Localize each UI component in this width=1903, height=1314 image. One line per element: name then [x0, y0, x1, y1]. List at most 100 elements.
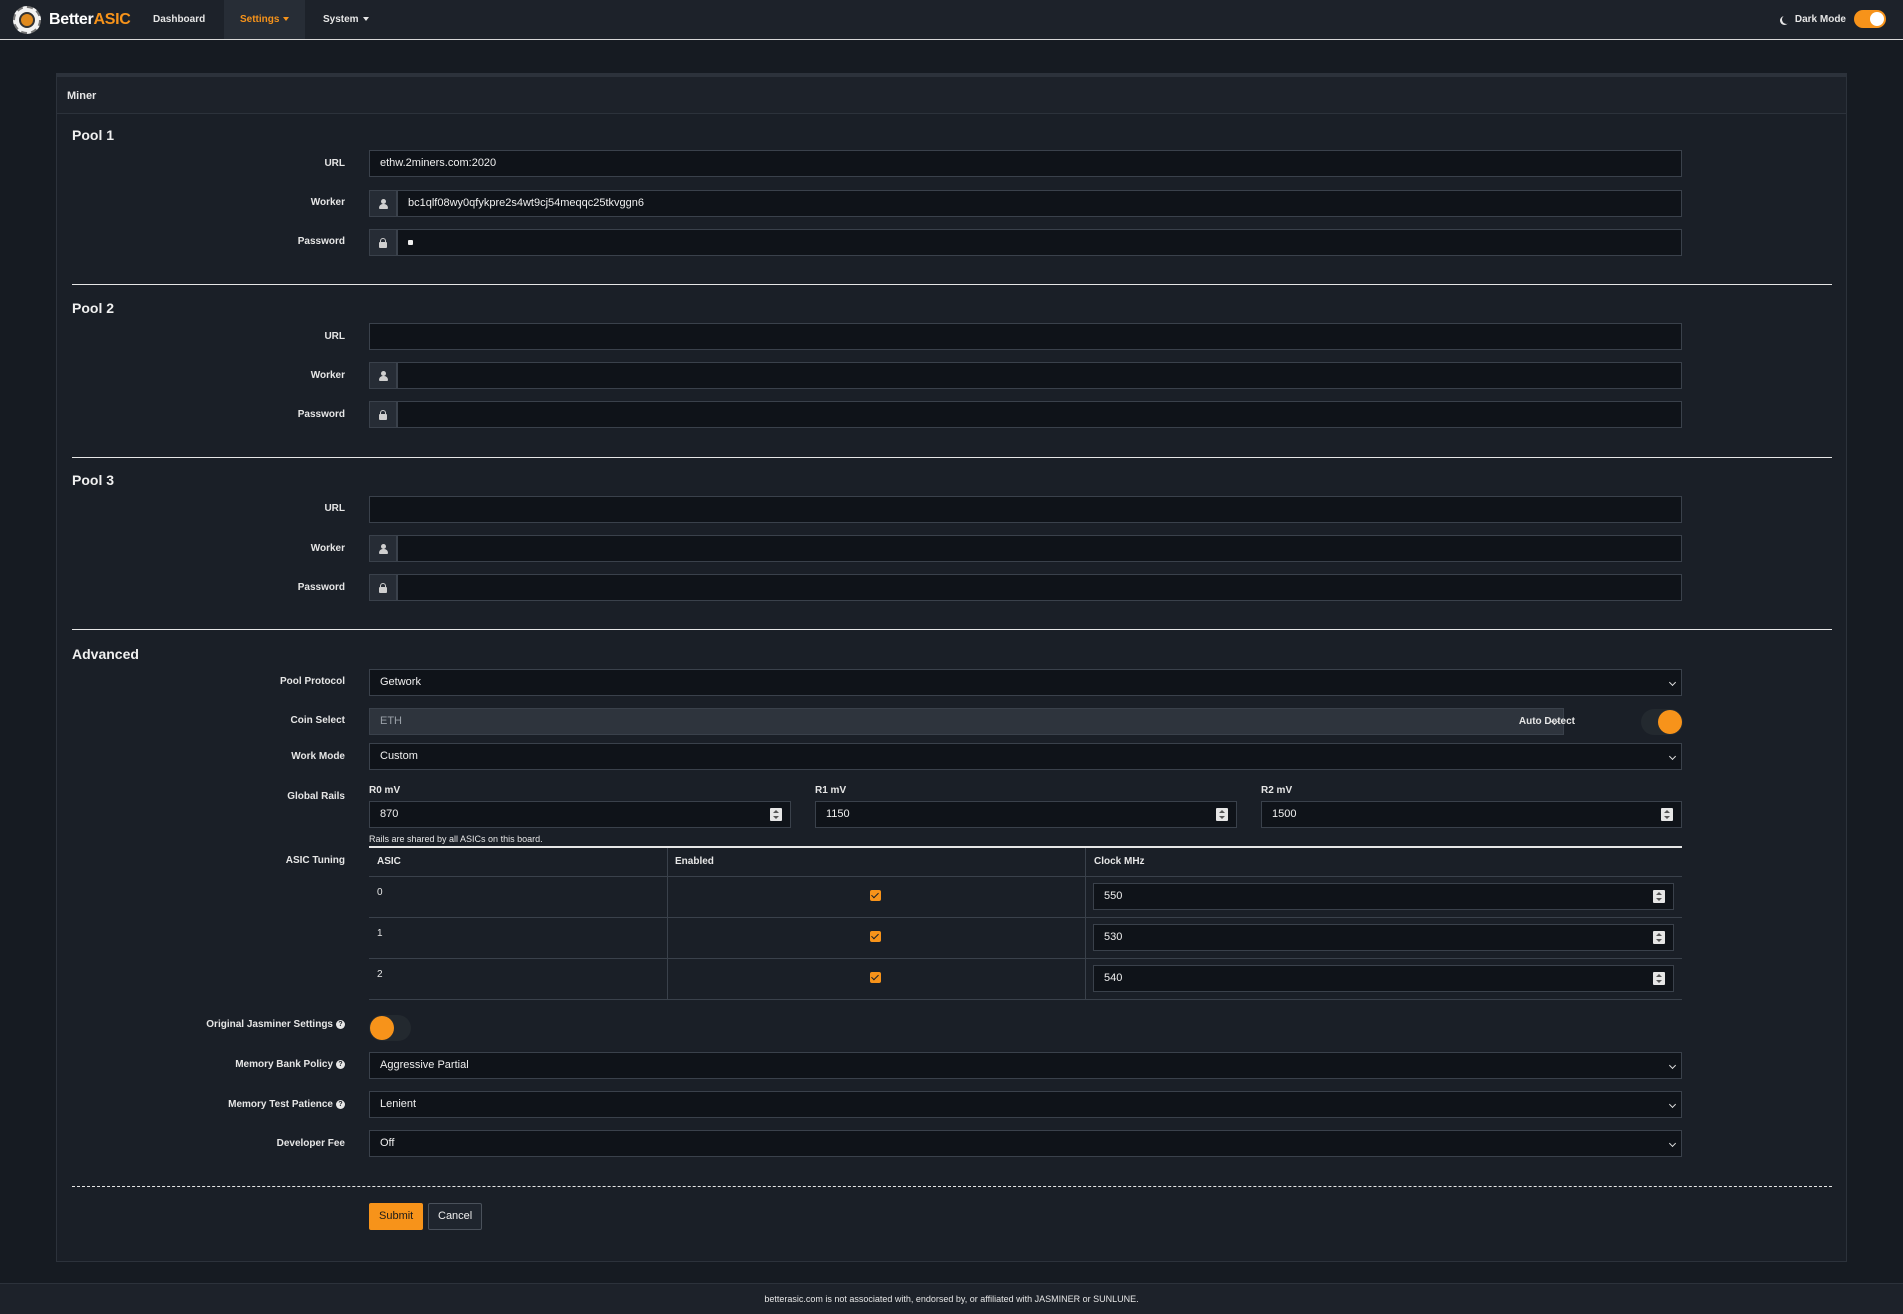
section-divider: [72, 629, 1832, 630]
chevron-down-icon: [1668, 1139, 1677, 1148]
pool-3-worker-addon: [369, 535, 397, 562]
section-divider: [72, 457, 1832, 458]
pool-3-title: Pool 3: [72, 472, 115, 488]
pool-1-password-label: Password: [297, 236, 345, 247]
spinner-icon[interactable]: [770, 808, 782, 821]
form-divider: [72, 1186, 1832, 1187]
pool-3-password-addon: [369, 574, 397, 601]
spinner-icon[interactable]: [1661, 808, 1673, 821]
r0-input[interactable]: 870: [369, 801, 791, 828]
chevron-down-icon: [1668, 1100, 1677, 1109]
spinner-icon[interactable]: [1653, 931, 1665, 944]
pool-3-password-input[interactable]: [397, 574, 1682, 601]
pool-1-title: Pool 1: [72, 127, 115, 143]
asic-2-enabled-checkbox[interactable]: [870, 972, 881, 983]
pool-1-password-addon: [369, 229, 397, 256]
pool-3-worker-label: Worker: [310, 543, 345, 554]
pool-2-password-addon: [369, 401, 397, 428]
card-title: Miner: [57, 74, 1846, 114]
question-circle-icon[interactable]: ?: [336, 1099, 345, 1109]
rails-help-text: Rails are shared by all ASICs on this bo…: [369, 834, 543, 844]
pool-3-url-input[interactable]: [369, 496, 1682, 523]
cancel-button[interactable]: Cancel: [428, 1203, 483, 1230]
r1-input[interactable]: 1150: [815, 801, 1237, 828]
col-enabled: Enabled: [675, 856, 714, 867]
lock-icon: [379, 237, 387, 248]
user-icon: [378, 543, 388, 554]
original-jasminer-label: Original Jasminer Settings?: [45, 1019, 345, 1030]
brand-name: BetterASIC: [49, 11, 131, 28]
footer-disclaimer: betterasic.com is not associated with, e…: [0, 1283, 1903, 1314]
caret-down-icon: [283, 17, 290, 22]
submit-button[interactable]: Submit: [369, 1203, 424, 1230]
auto-detect-label: Auto Detect: [1518, 716, 1575, 727]
pool-2-worker-addon: [369, 362, 397, 389]
asic-0-clock-input[interactable]: 550: [1093, 883, 1674, 910]
pool-3-worker-input[interactable]: [397, 535, 1682, 562]
pool-2-title: Pool 2: [72, 300, 115, 316]
pool-1-password-input[interactable]: [397, 229, 1682, 256]
asic-tuning-label: ASIC Tuning: [285, 855, 345, 866]
col-clock: Clock MHz: [1094, 856, 1145, 867]
caret-down-icon: [362, 17, 369, 22]
asic-1-clock-input[interactable]: 530: [1093, 924, 1674, 951]
spinner-icon[interactable]: [1653, 890, 1665, 903]
asic-id: 1: [377, 928, 383, 939]
asic-id: 2: [377, 969, 383, 980]
chevron-down-icon: [1668, 1061, 1677, 1070]
dark-mode-label: Dark Mode: [1794, 13, 1846, 25]
advanced-title: Advanced: [72, 646, 139, 662]
asic-1-enabled-checkbox[interactable]: [870, 931, 881, 942]
memory-bank-policy-select[interactable]: Aggressive Partial: [369, 1052, 1682, 1079]
table-row: 0 550: [369, 877, 1682, 918]
chevron-down-icon: [1668, 678, 1677, 687]
asic-0-enabled-checkbox[interactable]: [870, 890, 881, 901]
global-rails-label: Global Rails: [287, 791, 345, 802]
pool-2-url-label: URL: [324, 331, 345, 342]
moon-icon: [1782, 15, 1791, 24]
gear-logo-icon: [13, 6, 41, 34]
question-circle-icon[interactable]: ?: [336, 1019, 345, 1029]
nav-dashboard[interactable]: Dashboard: [137, 0, 221, 39]
auto-detect-toggle[interactable]: [1641, 709, 1683, 735]
asic-2-clock-input[interactable]: 540: [1093, 965, 1674, 992]
memory-test-patience-label: Memory Test Patience?: [45, 1099, 345, 1110]
user-icon: [378, 198, 388, 209]
brand-logo[interactable]: BetterASIC: [13, 6, 131, 34]
pool-2-worker-label: Worker: [310, 370, 345, 381]
pool-3-password-label: Password: [297, 582, 345, 593]
col-asic: ASIC: [377, 856, 401, 867]
nav-system[interactable]: System: [307, 0, 385, 39]
nav-settings[interactable]: Settings: [224, 0, 306, 39]
chevron-down-icon: [1668, 752, 1677, 761]
pool-2-worker-input[interactable]: [397, 362, 1682, 389]
spinner-icon[interactable]: [1216, 808, 1228, 821]
work-mode-label: Work Mode: [291, 751, 345, 762]
work-mode-select[interactable]: Custom: [369, 743, 1682, 770]
r2-label: R2 mV: [1261, 785, 1293, 796]
pool-1-url-input[interactable]: ethw.2miners.com:2020: [369, 150, 1682, 177]
top-navbar: BetterASIC Dashboard Settings System Dar…: [0, 0, 1903, 40]
spinner-icon[interactable]: [1653, 972, 1665, 985]
coin-select-label: Coin Select: [290, 715, 345, 726]
pool-protocol-select[interactable]: Getwork: [369, 669, 1682, 696]
lock-icon: [379, 409, 387, 420]
memory-test-patience-select[interactable]: Lenient: [369, 1091, 1682, 1118]
pool-1-worker-label: Worker: [310, 197, 345, 208]
password-mask: [408, 239, 413, 245]
question-circle-icon[interactable]: ?: [336, 1059, 345, 1069]
asic-tuning-table: ASIC Enabled Clock MHz 0 550 1 530 2 540: [369, 846, 1682, 1000]
r0-label: R0 mV: [369, 785, 401, 796]
lock-icon: [379, 582, 387, 593]
pool-1-worker-input[interactable]: bc1qlf08wy0qfykpre2s4wt9cj54meqqc25tkvgg…: [397, 190, 1682, 217]
original-jasminer-toggle[interactable]: [369, 1015, 411, 1041]
pool-2-url-input[interactable]: [369, 323, 1682, 350]
pool-protocol-label: Pool Protocol: [280, 676, 345, 687]
table-row: 2 540: [369, 959, 1682, 1000]
r2-input[interactable]: 1500: [1261, 801, 1682, 828]
dark-mode-toggle[interactable]: [1854, 10, 1886, 28]
pool-2-password-input[interactable]: [397, 401, 1682, 428]
developer-fee-select[interactable]: Off: [369, 1130, 1682, 1157]
r1-label: R1 mV: [815, 785, 847, 796]
section-divider: [72, 284, 1832, 285]
